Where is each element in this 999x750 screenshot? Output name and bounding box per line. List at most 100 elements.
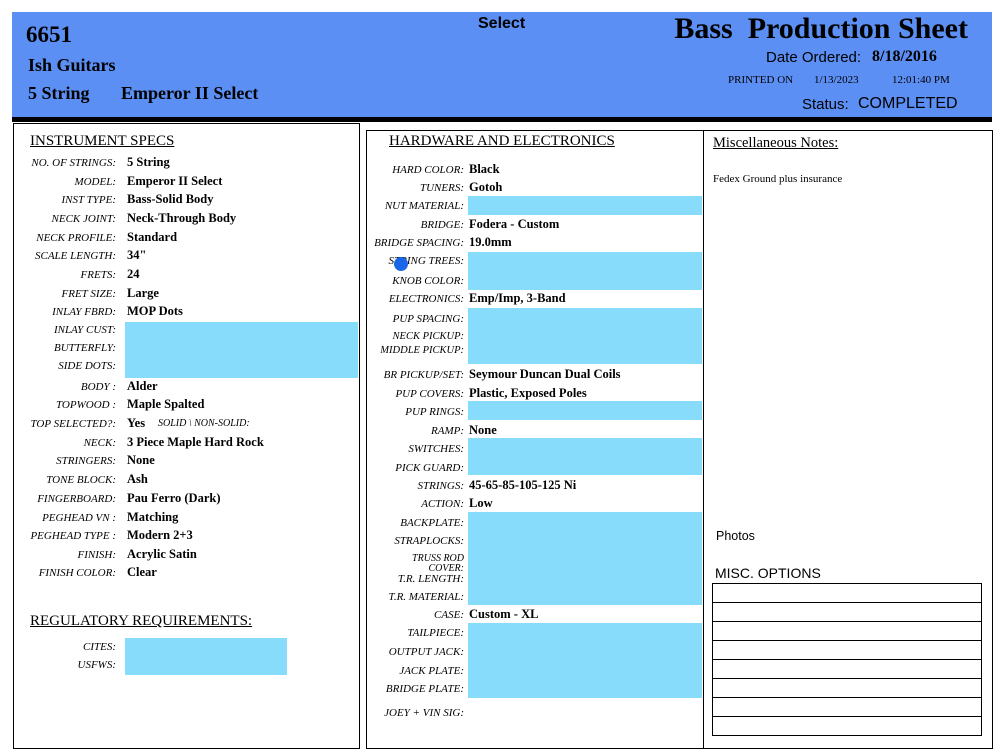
field-value: Pau Ferro (Dark)	[127, 491, 221, 505]
sheet-header: 6651 Ish Guitars 5 String Emperor II Sel…	[12, 12, 992, 122]
hardware-row: TUNERS: Gotoh	[367, 180, 704, 197]
specs-row: NECK JOINT: Neck-Through Body	[14, 211, 359, 228]
field-label: PUP SPACING:	[392, 313, 464, 325]
field-label: TONE BLOCK:	[46, 474, 116, 486]
field-value: Ash	[127, 472, 148, 486]
specs-row: NO. OF STRINGS: 5 String	[14, 155, 359, 172]
field-value: 5 String	[127, 155, 170, 169]
header-series: Select	[478, 15, 526, 32]
top-selected-extra: SOLID \ NON-SOLID:	[14, 415, 359, 432]
hardware-row: BRIDGE: Fodera - Custom	[367, 217, 704, 234]
field-value: Emp/Imp, 3-Band	[469, 291, 566, 305]
field-value: Black	[469, 162, 500, 176]
misc-options-table	[712, 583, 982, 736]
page-title: Bass Production Sheet	[674, 12, 968, 45]
field-label: HARD COLOR:	[392, 164, 464, 176]
hardware-row: T.R. MATERIAL:	[367, 589, 704, 606]
field-label: SIDE DOTS:	[58, 360, 116, 372]
specs-row: FRET SIZE: Large	[14, 286, 359, 303]
field-label: FINISH:	[77, 549, 117, 561]
misc-option-row	[713, 603, 981, 622]
field-value: MOP Dots	[127, 304, 183, 318]
field-label: FRETS:	[80, 269, 116, 281]
field-label: CITES:	[83, 641, 116, 653]
field-label: BRIDGE:	[420, 219, 464, 231]
field-value: None	[469, 423, 497, 437]
field-label: ACTION:	[421, 498, 464, 510]
order-number: 6651	[26, 22, 72, 47]
field-label: NECK JOINT:	[51, 213, 116, 225]
field-label: JACK PLATE:	[399, 665, 464, 677]
field-label: INLAY FBRD:	[52, 306, 116, 318]
field-value: Clear	[127, 565, 157, 579]
misc-option-row	[713, 660, 981, 679]
hardware-row: T.R. LENGTH:	[367, 571, 704, 588]
printed-date: 1/13/2023	[814, 74, 859, 86]
instrument-specs-panel: INSTRUMENT SPECS NO. OF STRINGS: 5 String…	[13, 123, 360, 749]
customer-name: Ish Guitars	[28, 55, 116, 75]
hardware-row: RAMP: None	[367, 423, 704, 440]
field-label: SWITCHES:	[408, 443, 464, 455]
field-label: PUP RINGS:	[405, 406, 464, 418]
photos-label: Photos	[716, 529, 755, 543]
field-label: FRET SIZE:	[61, 288, 117, 300]
field-value: Alder	[127, 379, 158, 393]
field-label: NO. OF STRINGS:	[31, 157, 116, 169]
regulatory-row: USFWS:	[14, 657, 359, 674]
specs-row: INLAY CUST:	[14, 322, 359, 339]
field-label: BRIDGE PLATE:	[385, 683, 464, 695]
field-value: 45-65-85-105-125 Ni	[469, 478, 577, 492]
field-label: FINISH COLOR:	[38, 567, 116, 579]
hardware-row: STRINGS: 45-65-85-105-125 Ni	[367, 478, 704, 495]
specs-row: BUTTERFLY:	[14, 340, 359, 357]
specs-row: SCALE LENGTH: 34"	[14, 248, 359, 265]
field-value: Acrylic Satin	[127, 547, 197, 561]
field-value: Emperor II Select	[127, 174, 223, 188]
specs-row: FINISH: Acrylic Satin	[14, 547, 359, 564]
solid-nonsolid-label: SOLID \ NON-SOLID:	[158, 418, 250, 429]
field-value: Low	[469, 496, 493, 510]
hardware-row: ELECTRONICS: Emp/Imp, 3-Band	[367, 291, 704, 308]
field-label: T.R. LENGTH:	[397, 573, 464, 585]
specs-row: MODEL: Emperor II Select	[14, 174, 359, 191]
hardware-row: BACKPLATE:	[367, 515, 704, 532]
date-ordered-value: 8/18/2016	[872, 48, 937, 65]
field-value: Custom - XL	[469, 607, 539, 621]
field-value: Neck-Through Body	[127, 211, 237, 225]
field-label: NECK PROFILE:	[36, 232, 116, 244]
hardware-row: TAILPIECE:	[367, 625, 704, 642]
field-label: TAILPIECE:	[407, 627, 464, 639]
field-label: RAMP:	[431, 425, 464, 437]
hardware-row: PUP RINGS:	[367, 404, 704, 421]
hardware-row: BRIDGE PLATE:	[367, 681, 704, 698]
specs-row: TONE BLOCK: Ash	[14, 472, 359, 489]
field-label: TOPWOOD :	[56, 399, 116, 411]
field-label: BUTTERFLY:	[53, 342, 116, 354]
hardware-row: PUP COVERS: Plastic, Exposed Poles	[367, 386, 704, 403]
field-label: PEGHEAD TYPE :	[30, 530, 116, 542]
field-label: T.R. MATERIAL:	[388, 591, 464, 603]
hardware-row: MIDDLE PICKUP:	[367, 343, 704, 360]
specs-row: NECK: 3 Piece Maple Hard Rock	[14, 435, 359, 452]
field-value: 34"	[127, 248, 147, 262]
field-label: STRINGS:	[417, 480, 464, 492]
field-label: PICK GUARD:	[395, 462, 464, 474]
hardware-row: JOEY + VIN SIG:	[367, 705, 704, 722]
field-label: PUP COVERS:	[395, 388, 464, 400]
field-label: KNOB COLOR:	[392, 275, 464, 287]
field-label: BODY :	[80, 381, 116, 393]
hardware-row: ACTION: Low	[367, 496, 704, 513]
field-value: Matching	[127, 510, 179, 524]
field-label: STRAPLOCKS:	[394, 535, 464, 547]
printed-on-label: PRINTED ON	[728, 74, 794, 86]
specs-row: FRETS: 24	[14, 267, 359, 284]
hardware-title: HARDWARE AND ELECTRONICS	[389, 133, 615, 149]
hardware-row: SWITCHES:	[367, 441, 704, 458]
hardware-row: NUT MATERIAL:	[367, 198, 704, 215]
misc-option-row	[713, 679, 981, 698]
field-value: 3 Piece Maple Hard Rock	[127, 435, 264, 449]
hardware-row: PUP SPACING:	[367, 311, 704, 328]
specs-row: FINGERBOARD: Pau Ferro (Dark)	[14, 491, 359, 508]
field-label: BRIDGE SPACING:	[374, 237, 464, 249]
misc-option-row	[713, 622, 981, 641]
